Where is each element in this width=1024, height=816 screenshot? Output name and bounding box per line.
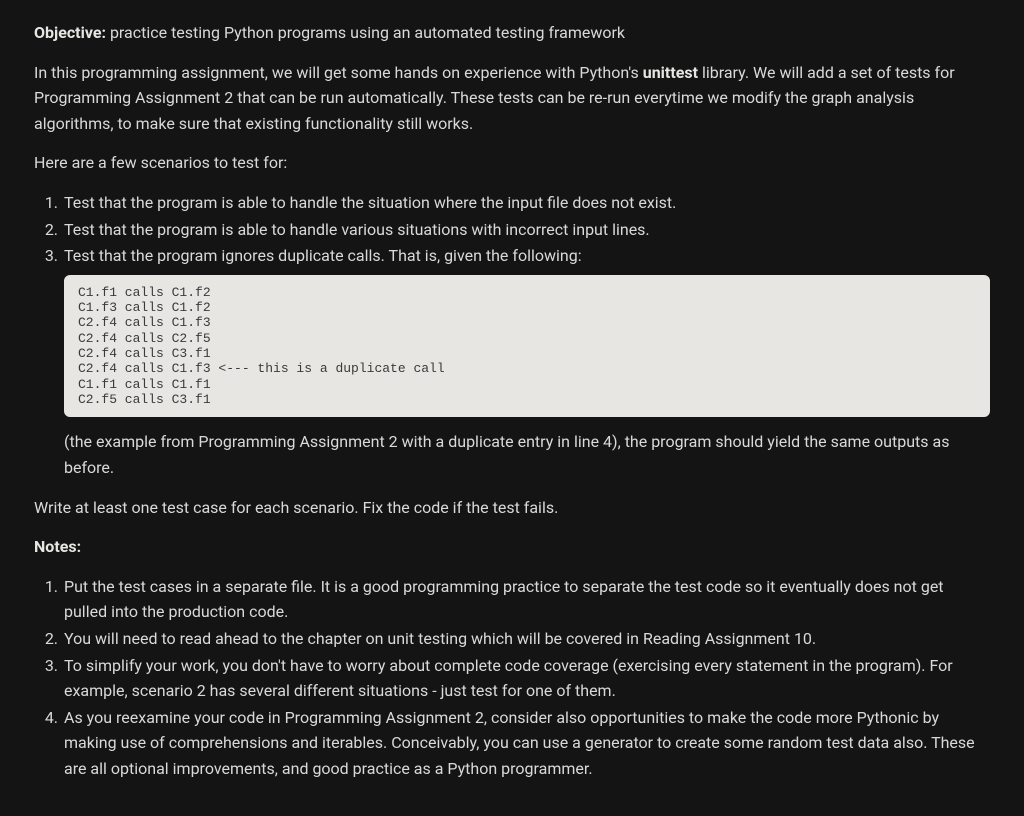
intro-paragraph: In this programming assignment, we will … bbox=[34, 60, 990, 137]
scenario-text: Test that the program ignores duplicate … bbox=[64, 246, 582, 265]
scenarios-list: Test that the program is able to handle … bbox=[48, 190, 990, 481]
scenario-item: Test that the program ignores duplicate … bbox=[62, 243, 990, 480]
scenario-item: Test that the program is able to handle … bbox=[62, 190, 990, 216]
notes-list: Put the test cases in a separate file. I… bbox=[48, 574, 990, 782]
after-code-text: (the example from Programming Assignment… bbox=[64, 429, 990, 480]
objective-label: Objective: bbox=[34, 23, 106, 42]
objective-text: practice testing Python programs using a… bbox=[110, 23, 625, 42]
note-text: To simplify your work, you don't have to… bbox=[64, 656, 953, 701]
objective-line: Objective: practice testing Python progr… bbox=[34, 20, 990, 46]
note-item: Put the test cases in a separate file. I… bbox=[62, 574, 990, 625]
note-text: You will need to read ahead to the chapt… bbox=[64, 629, 816, 648]
note-item: As you reexamine your code in Programmin… bbox=[62, 705, 990, 782]
scenario-text: Test that the program is able to handle … bbox=[64, 193, 676, 212]
note-item: To simplify your work, you don't have to… bbox=[62, 653, 990, 704]
notes-header: Notes: bbox=[34, 534, 990, 560]
code-block: C1.f1 calls C1.f2 C1.f3 calls C1.f2 C2.f… bbox=[64, 275, 990, 418]
intro-bold: unittest bbox=[643, 63, 698, 82]
intro-part1: In this programming assignment, we will … bbox=[34, 63, 643, 82]
write-instruction: Write at least one test case for each sc… bbox=[34, 495, 990, 521]
note-item: You will need to read ahead to the chapt… bbox=[62, 626, 990, 652]
scenario-item: Test that the program is able to handle … bbox=[62, 217, 990, 243]
note-text: As you reexamine your code in Programmin… bbox=[64, 708, 975, 778]
scenario-text: Test that the program is able to handle … bbox=[64, 220, 650, 239]
note-text: Put the test cases in a separate file. I… bbox=[64, 577, 944, 622]
scenario-intro: Here are a few scenarios to test for: bbox=[34, 150, 990, 176]
